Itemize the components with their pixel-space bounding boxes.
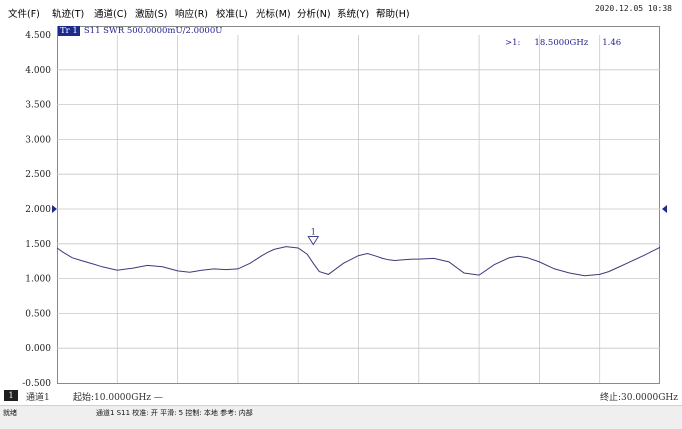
reference-arrow-right: [662, 205, 667, 213]
marker-number-label: 1: [311, 228, 316, 237]
trace-label[interactable]: Tr 1 S11 SWR 500.0000mU/2.0000U: [58, 26, 222, 37]
stop-frequency[interactable]: 终止:30.0000GHz: [600, 390, 678, 403]
y-tick-label: -0.500: [22, 379, 51, 389]
trace-tag[interactable]: Tr 1: [58, 26, 80, 36]
trace-description: S11 SWR 500.0000mU/2.0000U: [83, 26, 223, 36]
y-tick-label: 3.000: [25, 135, 51, 145]
reference-arrow-left: [52, 205, 57, 213]
marker-triangle: [307, 236, 320, 246]
swr-plot: 4.500 4.000 3.500 3.000 2.500 2.000 1.500 1.000…: [22, 31, 667, 389]
y-tick-label: 0.500: [25, 309, 51, 319]
start-frequency[interactable]: 起始:10.0000GHz —: [73, 390, 163, 403]
y-tick-label: 4.000: [25, 66, 51, 76]
y-tick-label: 1.000: [25, 275, 51, 285]
channel-footer: 1 通道1 起始:10.0000GHz — 终止:30.0000GHz: [0, 389, 682, 403]
status-bar: 就绪 通道1 S11 校准: 开 平滑: 5 控制: 本地 参考: 内部: [0, 405, 682, 429]
channel-number-badge[interactable]: 1: [4, 390, 18, 401]
y-tick-label: 2.500: [25, 170, 51, 180]
y-tick-label: 0.000: [25, 344, 51, 354]
y-tick-label: 1.500: [25, 240, 51, 250]
marker-readout: >1: 18.5000GHz 1.46: [505, 38, 635, 48]
y-tick-label: 2.000: [25, 205, 51, 215]
marker-frequency: 18.5000GHz: [534, 38, 589, 48]
y-tick-label: 3.500: [25, 101, 51, 111]
status-ready: 就绪: [3, 409, 17, 417]
marker-value: 1.46: [602, 38, 622, 48]
y-tick-label: 4.500: [25, 31, 51, 41]
marker-label: >1:: [505, 38, 521, 48]
status-info: 通道1 S11 校准: 开 平滑: 5 控制: 本地 参考: 内部: [96, 409, 253, 417]
channel-name: 通道1: [26, 393, 50, 403]
